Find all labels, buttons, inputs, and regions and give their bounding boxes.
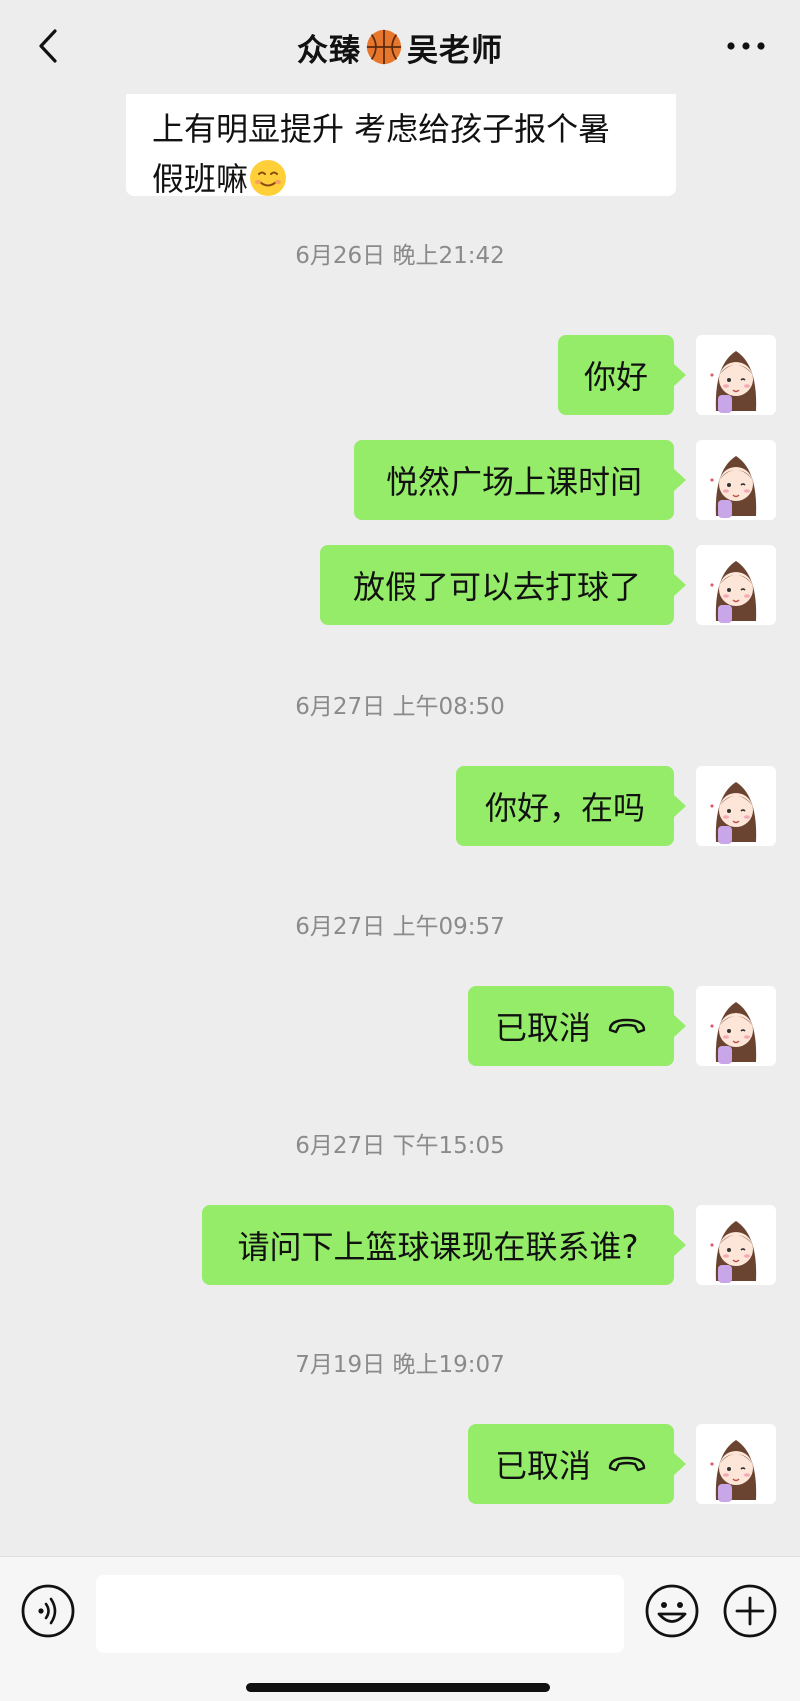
more-dots-icon — [727, 42, 765, 50]
message-text: 你好 — [584, 358, 649, 396]
call-status-text: 已取消 — [494, 1009, 591, 1047]
message-text: 放假了可以去打球了 — [352, 568, 641, 606]
avatar[interactable] — [696, 1424, 776, 1504]
avatar-girl-icon — [696, 545, 776, 625]
more-button[interactable] — [716, 24, 776, 68]
avatar-girl-icon — [696, 440, 776, 520]
chat-title: 众臻 吴老师 — [297, 25, 503, 70]
call-record-bubble[interactable]: 已取消 — [468, 986, 686, 1066]
voice-icon[interactable] — [20, 1583, 76, 1639]
message-text: 请问下上篮球课现在联系谁? — [237, 1228, 639, 1266]
avatar[interactable] — [696, 986, 776, 1066]
timestamp: 6月27日 上午08:50 — [295, 694, 505, 720]
outgoing-message-bubble[interactable]: 请问下上篮球课现在联系谁? — [202, 1205, 686, 1285]
avatar[interactable] — [696, 1205, 776, 1285]
avatar[interactable] — [696, 335, 776, 415]
hang-up-phone-icon — [608, 1456, 646, 1472]
chevron-left-icon — [39, 29, 57, 63]
timestamp: 7月19日 晚上19:07 — [295, 1352, 505, 1378]
smile-emoji-icon — [250, 160, 287, 196]
call-status-text: 已取消 — [494, 1447, 591, 1485]
input-bar — [0, 1556, 800, 1701]
timestamp: 6月26日 晚上21:42 — [295, 243, 505, 269]
back-button[interactable] — [28, 24, 68, 68]
emoji-icon[interactable] — [644, 1583, 700, 1639]
outgoing-message-bubble[interactable]: 悦然广场上课时间 — [354, 440, 686, 520]
outgoing-message-bubble[interactable]: 你好，在吗 — [456, 766, 686, 846]
timestamp: 6月27日 上午09:57 — [295, 914, 505, 940]
incoming-message-text: 假班嘛 — [152, 160, 249, 198]
timestamp: 6月27日 下午15:05 — [295, 1133, 505, 1159]
avatar-girl-icon — [696, 1205, 776, 1285]
avatar-girl-icon — [696, 766, 776, 846]
avatar-girl-icon — [696, 986, 776, 1066]
title-prefix: 众臻 — [297, 32, 361, 69]
outgoing-message-bubble[interactable]: 你好 — [558, 335, 686, 415]
incoming-message-line: 假班嘛 — [152, 154, 652, 204]
avatar[interactable] — [696, 766, 776, 846]
title-suffix: 吴老师 — [407, 32, 503, 69]
home-indicator[interactable] — [246, 1683, 550, 1692]
incoming-message-bubble[interactable]: 上有明显提升 考虑给孩子报个暑 假班嘛 — [126, 94, 676, 198]
call-record-bubble[interactable]: 已取消 — [468, 1424, 686, 1504]
basketball-icon — [366, 29, 402, 65]
avatar[interactable] — [696, 440, 776, 520]
chat-area[interactable]: 上有明显提升 考虑给孩子报个暑 假班嘛 6月26日 晚上21:42 你好 悦然广… — [0, 94, 800, 1556]
message-text: 悦然广场上课时间 — [385, 463, 642, 501]
chat-header: 众臻 吴老师 — [0, 0, 800, 94]
avatar-girl-icon — [696, 1424, 776, 1504]
message-text: 你好，在吗 — [484, 789, 645, 827]
plus-icon[interactable] — [722, 1583, 778, 1639]
outgoing-message-bubble[interactable]: 放假了可以去打球了 — [320, 545, 686, 625]
avatar[interactable] — [696, 545, 776, 625]
incoming-message-line: 上有明显提升 考虑给孩子报个暑 — [152, 110, 611, 148]
hang-up-phone-icon — [608, 1018, 646, 1034]
message-input[interactable] — [96, 1575, 624, 1653]
avatar-girl-icon — [696, 335, 776, 415]
